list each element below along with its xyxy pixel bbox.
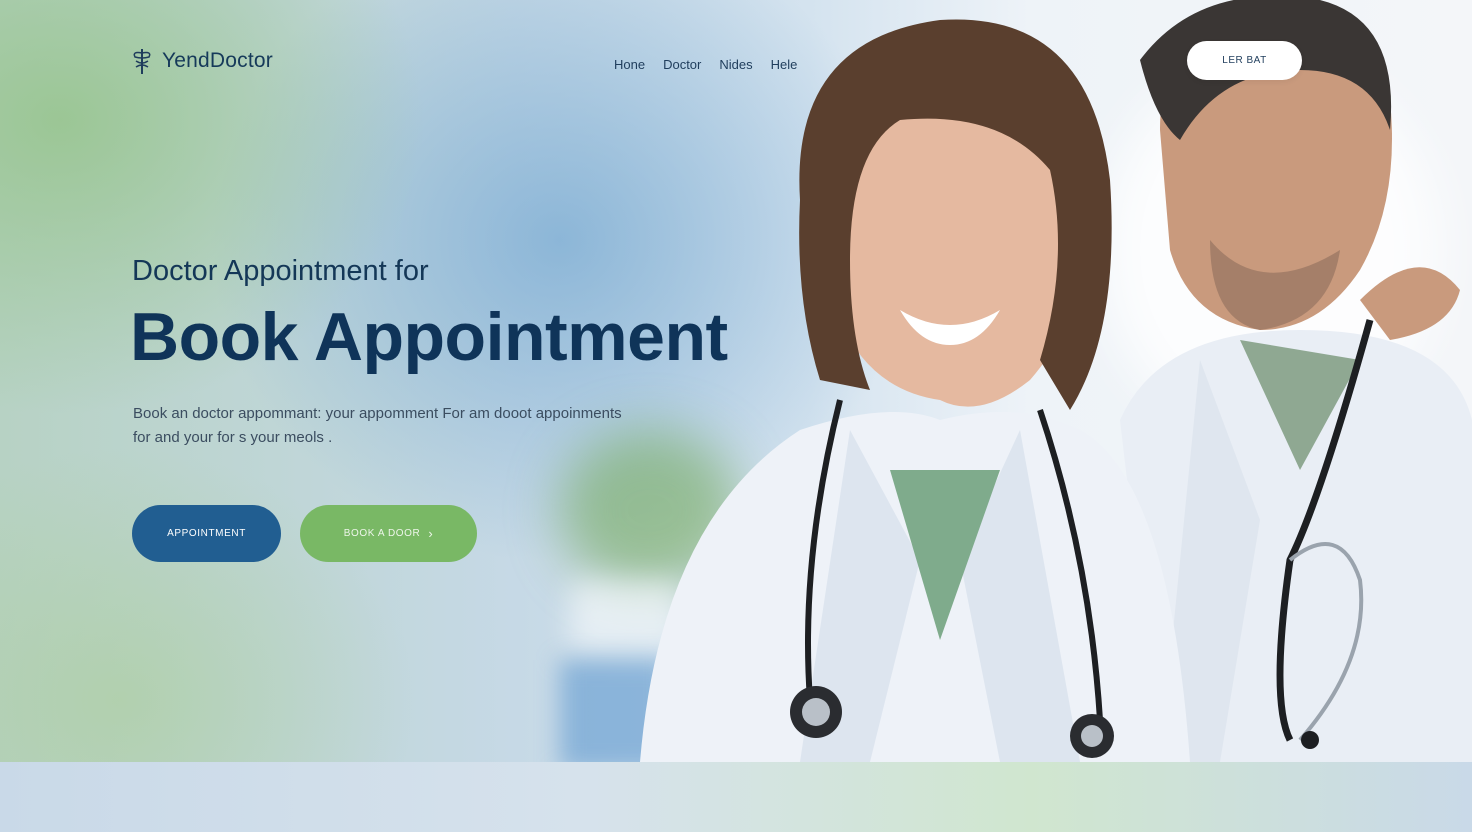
brand-logo[interactable]: YendDoctor: [130, 47, 273, 75]
doctors-photo: [640, 0, 1472, 762]
nav-item-hele[interactable]: Hele: [771, 57, 798, 72]
book-doctor-button[interactable]: BOOK A DOOR ›: [300, 505, 477, 562]
hero-headline: Book Appointment: [130, 299, 728, 375]
appointment-button[interactable]: APPOINTMENT: [132, 505, 281, 562]
caduceus-icon: [133, 49, 151, 74]
hero-section: YendDoctor Hone Doctor Nides Hele LER BA…: [0, 0, 1472, 762]
nav-item-home[interactable]: Hone: [614, 57, 645, 72]
chevron-right-icon: ›: [428, 526, 434, 541]
footer-band: [0, 762, 1472, 832]
main-nav: Hone Doctor Nides Hele: [614, 57, 797, 72]
brand-name: YendDoctor: [162, 49, 273, 72]
hero-description-line-2: for and your for s your meols .: [133, 429, 333, 446]
appointment-button-label: APPOINTMENT: [167, 528, 246, 539]
female-doctor: [640, 19, 1190, 762]
hero-description: Book an doctor appommant: your appomment…: [133, 402, 733, 450]
nav-item-doctor[interactable]: Doctor: [663, 57, 701, 72]
header-cta-button[interactable]: LER BAT: [1187, 41, 1302, 80]
nav-item-nides[interactable]: Nides: [719, 57, 752, 72]
book-doctor-button-label: BOOK A DOOR: [343, 528, 421, 539]
hero-description-line-1: Book an doctor appommant: your appomment…: [133, 405, 622, 422]
hero-subheading: Doctor Appointment for: [132, 255, 429, 287]
